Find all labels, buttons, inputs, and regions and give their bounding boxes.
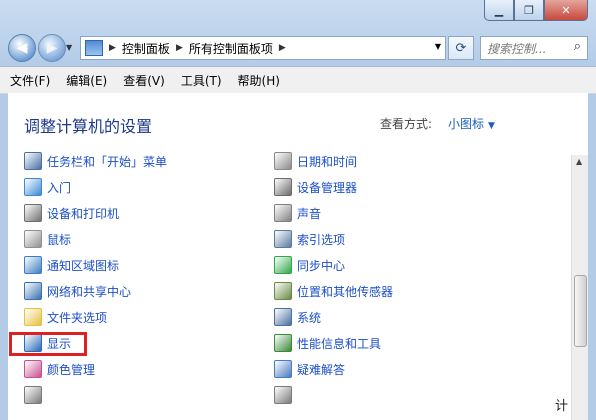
list-item[interactable] — [274, 384, 297, 406]
list-item[interactable]: 通知区域图标 — [24, 254, 119, 276]
list-item-label: 同步中心 — [297, 258, 346, 273]
list-item[interactable]: 系统 — [274, 306, 321, 328]
view-by-label: 查看方式: — [380, 117, 433, 131]
list-item-label: 疑难解答 — [297, 362, 346, 377]
vertical-scrollbar[interactable]: ▲ — [571, 155, 588, 420]
clock-icon — [274, 152, 292, 170]
display-highlight-box — [9, 332, 87, 356]
list-item-label: 位置和其他传感器 — [297, 284, 394, 299]
list-item-label: 鼠标 — [47, 232, 72, 247]
taskbar-icon — [24, 152, 42, 170]
taskbar-fragment: 计 — [554, 399, 568, 414]
list-item-label: 网络和共享中心 — [47, 284, 132, 299]
list-item[interactable]: 日期和时间 — [274, 150, 357, 172]
list-item[interactable]: 鼠标 — [24, 228, 71, 250]
list-item[interactable]: 文件夹选项 — [24, 306, 107, 328]
refresh-button[interactable]: ⟳ — [448, 36, 474, 60]
scrollbar-thumb[interactable] — [574, 275, 587, 347]
list-item-label: 入门 — [47, 180, 72, 195]
refresh-icon: ⟳ — [455, 40, 467, 56]
troubleshoot-icon — [274, 360, 292, 378]
folder-icon — [24, 308, 42, 326]
menu-help[interactable]: 帮助(H) — [238, 72, 280, 89]
breadcrumb-separator-icon[interactable]: ▶ — [279, 43, 286, 53]
navigation-bar: ◀ ▶ ▼ ▶ 控制面板 ▶ 所有控制面板项 ▶ ▼ ⟳ 搜索控制... ⌕ — [0, 30, 596, 66]
partial-icon — [24, 386, 42, 404]
list-item[interactable]: 任务栏和「开始」菜单 — [24, 150, 167, 172]
device-manager-icon — [274, 178, 292, 196]
view-by-dropdown[interactable]: 小图标 ▼ — [448, 115, 495, 132]
getting-started-icon — [24, 178, 42, 196]
list-item[interactable]: 颜色管理 — [24, 358, 95, 380]
forward-button[interactable]: ▶ — [38, 34, 66, 62]
mouse-icon — [24, 230, 42, 248]
address-bar[interactable]: ▶ 控制面板 ▶ 所有控制面板项 ▶ ▼ — [80, 36, 446, 60]
list-item[interactable]: 设备管理器 — [274, 176, 357, 198]
performance-icon — [274, 334, 292, 352]
color-management-icon — [24, 360, 42, 378]
list-item-label: 日期和时间 — [297, 154, 358, 169]
partial-icon — [274, 386, 292, 404]
list-item-label: 设备和打印机 — [47, 206, 120, 221]
speaker-icon — [274, 204, 292, 222]
search-icon[interactable]: ⌕ — [574, 39, 581, 54]
list-item[interactable]: 索引选项 — [274, 228, 345, 250]
search-placeholder: 搜索控制... — [487, 41, 547, 56]
arrow-left-icon: ◀ — [16, 40, 28, 56]
list-item[interactable]: 网络和共享中心 — [24, 280, 131, 302]
list-item[interactable]: 性能信息和工具 — [274, 332, 381, 354]
breadcrumb-separator-icon[interactable]: ▶ — [109, 43, 116, 53]
list-item[interactable]: 位置和其他传感器 — [274, 280, 393, 302]
list-item[interactable]: 入门 — [24, 176, 71, 198]
arrow-right-icon: ▶ — [46, 40, 58, 56]
minimize-button[interactable]: ▁ — [484, 0, 514, 21]
control-panel-items: 任务栏和「开始」菜单 入门 设备和打印机 鼠标 通知区域图标 网络和共享中心 文件夹选项 显示… — [8, 149, 568, 420]
menu-view[interactable]: 查看(V) — [123, 72, 165, 89]
list-item-label: 设备管理器 — [297, 180, 358, 195]
list-item[interactable] — [24, 384, 47, 406]
notification-icon — [24, 256, 42, 274]
list-item[interactable]: 设备和打印机 — [24, 202, 119, 224]
sensor-icon — [274, 282, 292, 300]
breadcrumb-all-items[interactable]: 所有控制面板项 — [189, 40, 273, 57]
menu-tools[interactable]: 工具(T) — [181, 72, 222, 89]
list-item[interactable]: 疑难解答 — [274, 358, 345, 380]
network-icon — [24, 282, 42, 300]
maximize-button[interactable]: ❐ — [514, 0, 544, 21]
list-item-label: 性能信息和工具 — [297, 336, 382, 351]
list-item[interactable]: 同步中心 — [274, 254, 345, 276]
caption-buttons: ▁ ❐ ✕ — [484, 0, 588, 21]
page-title: 调整计算机的设置 — [24, 117, 153, 136]
printer-icon — [24, 204, 42, 222]
list-item-label: 声音 — [297, 206, 322, 221]
list-item-label: 通知区域图标 — [47, 258, 120, 273]
back-button[interactable]: ◀ — [8, 34, 36, 62]
close-button[interactable]: ✕ — [544, 0, 588, 21]
content-pane: 调整计算机的设置 查看方式: 小图标 ▼ 任务栏和「开始」菜单 入门设备和打印机 鼠标… — [8, 93, 588, 420]
menu-bar: 文件(F) 编辑(E) 查看(V) 工具(T) 帮助(H) — [0, 66, 596, 94]
control-panel-window: ▁ ❐ ✕ ◀ ▶ ▼ ▶ 控制面板 ▶ 所有控制面板项 ▶ ▼ ⟳ 搜索控制.… — [0, 0, 596, 420]
breadcrumb-control-panel[interactable]: 控制面板 — [122, 40, 170, 57]
list-item-label: 索引选项 — [297, 232, 346, 247]
view-by-value: 小图标 — [448, 117, 485, 131]
address-dropdown-icon[interactable]: ▼ — [435, 42, 441, 51]
breadcrumb-separator-icon[interactable]: ▶ — [176, 43, 183, 53]
list-item-label: 系统 — [297, 310, 322, 325]
scroll-up-icon[interactable]: ▲ — [576, 157, 582, 166]
menu-file[interactable]: 文件(F) — [10, 72, 50, 89]
search-input[interactable]: 搜索控制... ⌕ — [480, 36, 588, 60]
system-icon — [274, 308, 292, 326]
list-item[interactable]: 声音 — [274, 202, 321, 224]
list-item-label: 任务栏和「开始」菜单 — [47, 154, 168, 169]
indexing-icon — [274, 230, 292, 248]
control-panel-icon — [85, 40, 103, 56]
sync-icon — [274, 256, 292, 274]
history-dropdown-icon[interactable]: ▼ — [66, 43, 72, 52]
list-item-label: 颜色管理 — [47, 362, 96, 377]
menu-edit[interactable]: 编辑(E) — [66, 72, 107, 89]
list-item-label: 文件夹选项 — [47, 310, 108, 325]
chevron-down-icon: ▼ — [488, 121, 495, 131]
